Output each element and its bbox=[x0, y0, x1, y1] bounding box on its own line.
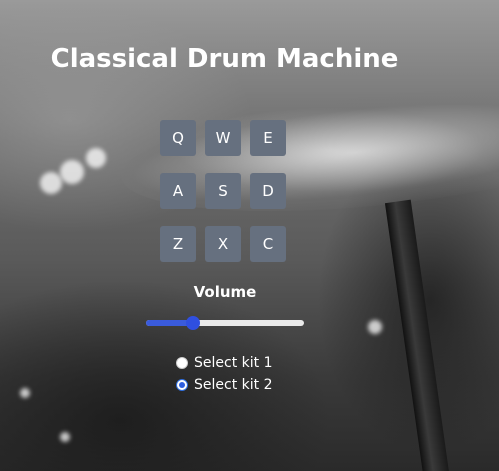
drum-pad-x[interactable]: X bbox=[205, 226, 241, 262]
kit-option-1[interactable]: Select kit 1 bbox=[176, 352, 272, 374]
drum-pad-w[interactable]: W bbox=[205, 120, 241, 156]
drum-machine: Classical Drum Machine Q W E A S D Z X C… bbox=[0, 0, 499, 471]
volume-label: Volume bbox=[193, 283, 257, 301]
kit-selector: Select kit 1 Select kit 2 bbox=[176, 352, 272, 396]
kit-2-radio[interactable] bbox=[176, 379, 188, 391]
kit-1-radio[interactable] bbox=[176, 357, 188, 369]
drum-pad-a[interactable]: A bbox=[160, 173, 196, 209]
volume-slider[interactable] bbox=[146, 316, 304, 330]
page-title: Classical Drum Machine bbox=[50, 44, 399, 74]
kit-2-label[interactable]: Select kit 2 bbox=[194, 377, 272, 393]
kit-option-2[interactable]: Select kit 2 bbox=[176, 374, 272, 396]
drum-pad-s[interactable]: S bbox=[205, 173, 241, 209]
drum-pad-z[interactable]: Z bbox=[160, 226, 196, 262]
drum-pad-grid: Q W E A S D Z X C bbox=[160, 120, 286, 262]
volume-slider-thumb[interactable] bbox=[186, 316, 201, 330]
kit-1-label[interactable]: Select kit 1 bbox=[194, 355, 272, 371]
drum-pad-d[interactable]: D bbox=[250, 173, 286, 209]
drum-pad-q[interactable]: Q bbox=[160, 120, 196, 156]
drum-pad-e[interactable]: E bbox=[250, 120, 286, 156]
drum-pad-c[interactable]: C bbox=[250, 226, 286, 262]
